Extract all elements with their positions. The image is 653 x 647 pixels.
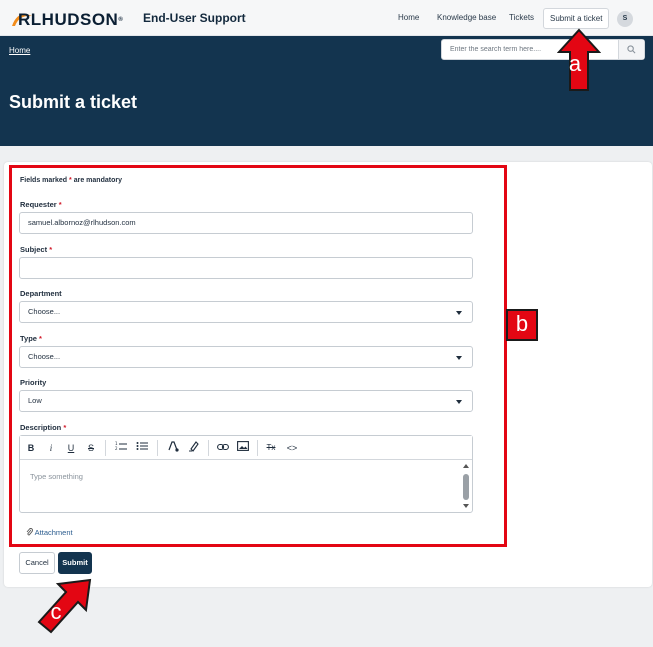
annotation-label-b: b: [506, 309, 538, 341]
nav-knowledge-base-link[interactable]: Knowledge base: [437, 13, 496, 22]
annotation-highlight-box: [9, 165, 507, 547]
app-title: End-User Support: [143, 11, 246, 25]
user-avatar[interactable]: S: [617, 11, 633, 27]
cancel-button[interactable]: Cancel: [19, 552, 55, 574]
search-icon: [627, 45, 636, 54]
submit-button[interactable]: Submit: [58, 552, 92, 574]
search-box: [441, 39, 645, 60]
page: RLHUDSON® End-User Support Home Knowledg…: [0, 0, 653, 647]
page-title: Submit a ticket: [9, 92, 138, 112]
nav-home-link[interactable]: Home: [398, 13, 419, 22]
top-header: RLHUDSON® End-User Support Home Knowledg…: [0, 0, 653, 36]
annotation-label-a: a: [568, 51, 582, 76]
breadcrumb-home-link[interactable]: Home: [9, 46, 30, 55]
nav-submit-ticket-button[interactable]: Submit a ticket: [543, 8, 610, 29]
logo-trademark: ®: [118, 17, 124, 23]
search-button[interactable]: [618, 40, 644, 59]
nav-tickets-link[interactable]: Tickets: [509, 13, 534, 22]
logo-wordmark: RLHUDSON: [18, 10, 119, 29]
rlhudson-logo[interactable]: RLHUDSON®: [10, 10, 128, 30]
hero-banner: Home Submit a ticket: [0, 36, 653, 146]
logo-text: RLHUDSON®: [10, 10, 123, 30]
annotation-label-c: c: [50, 599, 62, 624]
